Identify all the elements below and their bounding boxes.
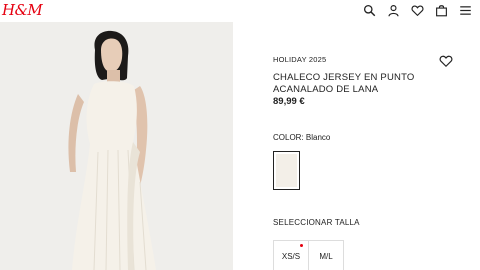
low-stock-dot-icon <box>300 244 303 247</box>
product-details: HOLIDAY 2025 CHALECO JERSEY EN PUNTO ACA… <box>273 0 473 270</box>
brand-logo[interactable]: H&M <box>2 1 43 19</box>
collection-label: HOLIDAY 2025 <box>273 55 327 64</box>
product-price: 89,99 € <box>273 96 305 107</box>
favorite-heart-icon[interactable] <box>439 54 453 68</box>
product-title: CHALECO JERSEY EN PUNTO ACANALADO DE LAN… <box>273 72 415 95</box>
size-option-m-l[interactable]: M/L <box>308 240 344 270</box>
color-label: COLOR: Blanco <box>273 133 331 142</box>
size-options: XS/S M/L <box>273 240 344 270</box>
color-swatch[interactable] <box>273 151 300 190</box>
size-option-label: M/L <box>319 251 333 261</box>
size-option-xs-s[interactable]: XS/S <box>273 240 309 270</box>
size-label: SELECCIONAR TALLA <box>273 218 360 227</box>
size-option-label: XS/S <box>281 251 301 261</box>
swatch-thumbnail <box>276 154 297 187</box>
product-image[interactable] <box>0 22 233 270</box>
